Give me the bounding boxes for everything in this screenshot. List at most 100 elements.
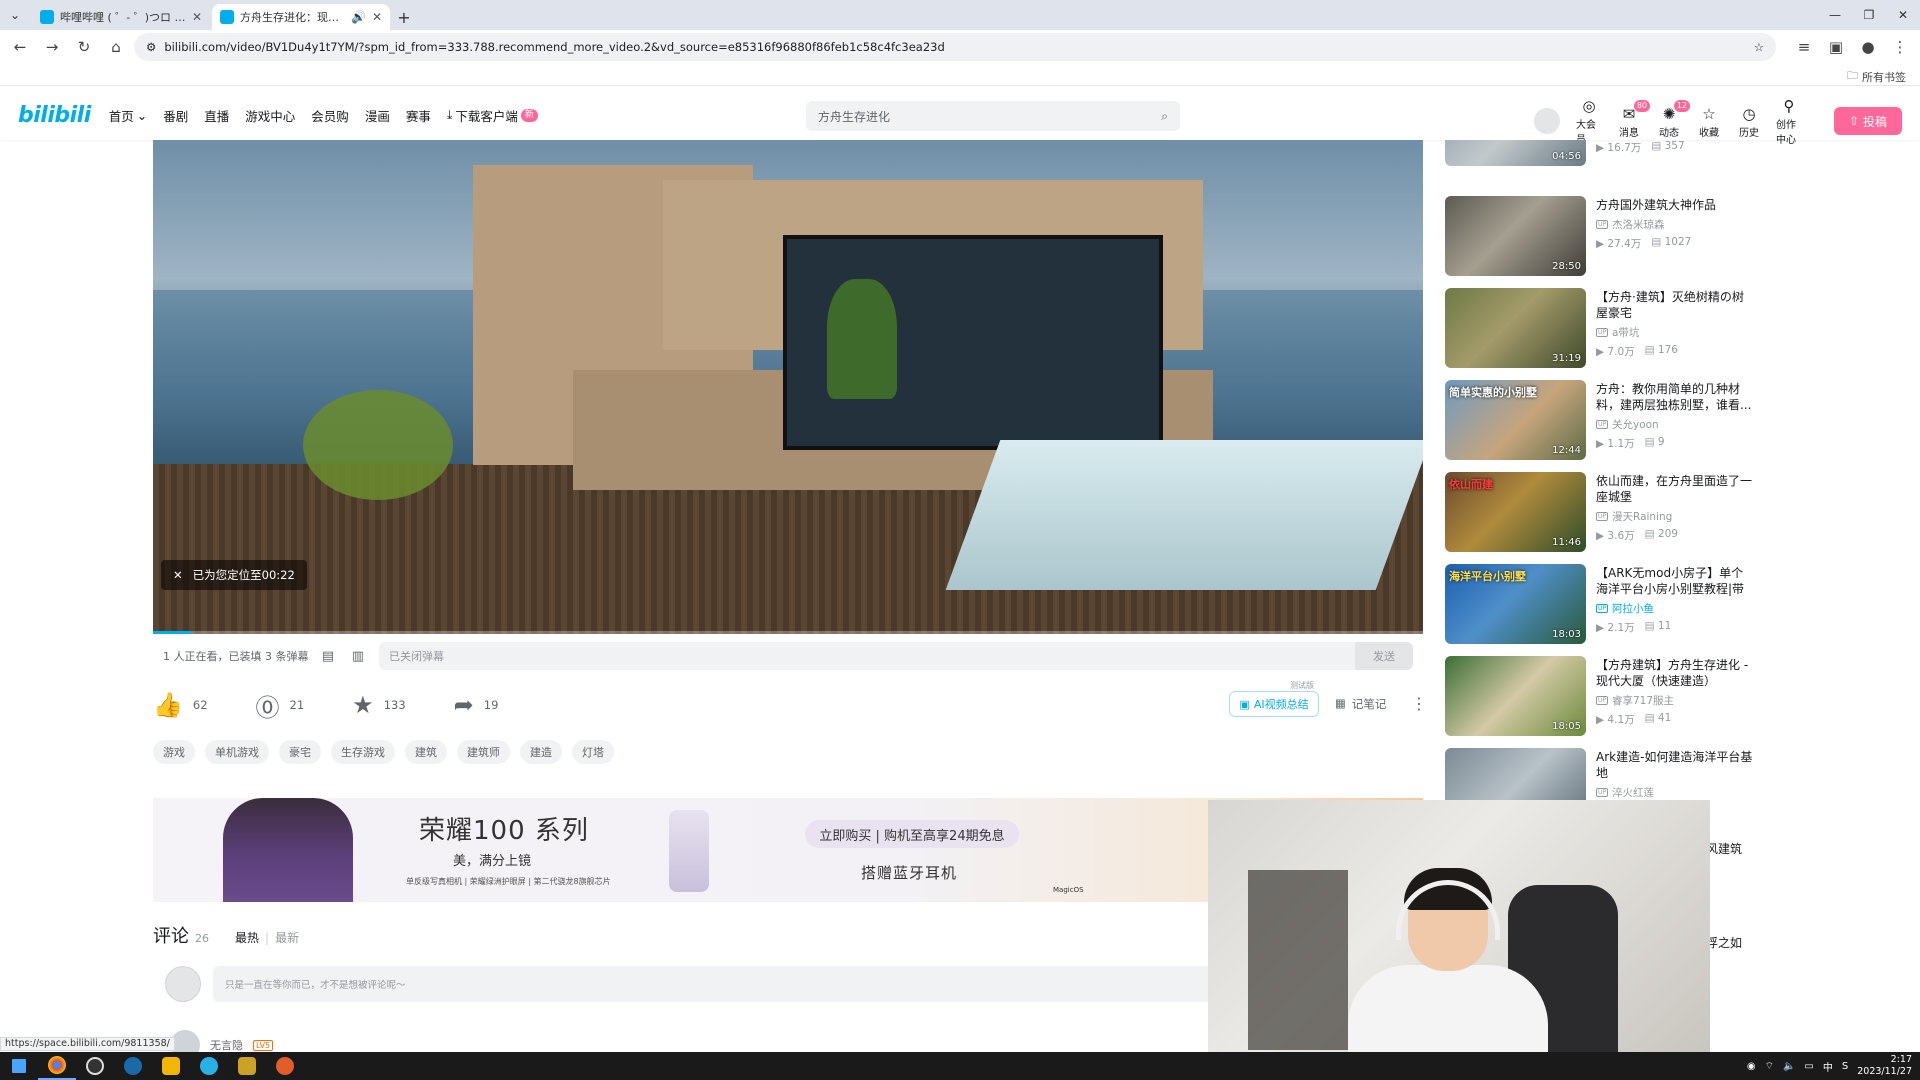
list-item[interactable]: Ark建造-如何建造海洋平台基地 UP 淬火红莲 xyxy=(1445,748,1755,800)
profile-icon[interactable]: ● xyxy=(1854,33,1882,61)
back-icon[interactable]: ← xyxy=(6,33,34,61)
sort-hot-tab[interactable]: 最热 xyxy=(235,929,259,946)
close-window-icon[interactable]: ✕ xyxy=(1886,0,1920,30)
taskbar-app-icon[interactable] xyxy=(228,1052,266,1080)
coin-button[interactable]: ⓪ 21 xyxy=(256,688,305,723)
rec-title[interactable]: 方舟：教你用简单的几种材料，建两层独栋别墅，谁看... xyxy=(1596,381,1755,413)
url-text[interactable]: bilibili.com/video/BV1Du4y1t7YM/?spm_id_… xyxy=(164,40,1745,54)
like-button[interactable]: 👍 62 xyxy=(153,691,208,719)
rec-uploader[interactable]: UP 杰洛米琼森 xyxy=(1596,217,1755,232)
danmaku-toggle-icon[interactable]: ▤ xyxy=(313,649,343,664)
video-thumbnail[interactable]: 28:50 xyxy=(1445,196,1586,276)
reload-icon[interactable]: ↻ xyxy=(70,33,98,61)
all-bookmarks[interactable]: 🗀 所有书签 xyxy=(1847,67,1906,86)
rec-uploader[interactable]: UP 关允yoon xyxy=(1596,417,1755,432)
bilibili-logo[interactable]: bilibili xyxy=(18,103,91,128)
search-icon[interactable]: ⌕ xyxy=(1161,109,1168,124)
close-tab-icon[interactable]: ✕ xyxy=(192,10,202,24)
side-panel-icon[interactable]: ▣ xyxy=(1822,33,1850,61)
rec-uploader[interactable]: UP 漫天Raining xyxy=(1596,509,1755,524)
rec-uploader[interactable]: UP 阿拉小鱼 xyxy=(1596,601,1755,616)
close-toast-icon[interactable]: ✕ xyxy=(173,568,183,582)
rec-title-partial[interactable]: 风建筑 xyxy=(1706,840,1742,857)
user-avatar[interactable] xyxy=(1532,106,1562,136)
danmaku-send-button[interactable]: 发送 xyxy=(1355,642,1413,670)
video-progress-bar[interactable] xyxy=(153,631,1423,634)
nav-item-live[interactable]: 直播 xyxy=(204,106,229,125)
share-button[interactable]: ➦ 19 xyxy=(454,691,499,719)
bookmark-star-icon[interactable]: ☆ xyxy=(1754,40,1764,54)
tag[interactable]: 单机游戏 xyxy=(205,740,269,764)
home-icon[interactable]: ⌂ xyxy=(102,33,130,61)
start-windows-icon[interactable] xyxy=(0,1052,38,1080)
nav-item-download[interactable]: ⤓ 下载客户端新 xyxy=(447,106,538,125)
list-item[interactable]: 18:05 【方舟建筑】方舟生存进化 - 现代大厦（快速建造） UP 睿享717服… xyxy=(1445,656,1755,740)
video-thumbnail[interactable]: 依山而建 11:46 xyxy=(1445,472,1586,552)
speaker-icon[interactable]: 🔊 xyxy=(351,10,366,24)
rec-title-partial[interactable]: 浮之如 xyxy=(1706,934,1742,951)
rec-title[interactable]: 【ARK无mod小房子】单个海洋平台小房小别墅教程|带水... xyxy=(1596,565,1755,597)
rec-title[interactable]: Ark建造-如何建造海洋平台基地 xyxy=(1596,749,1755,781)
header-item-dynamic[interactable]: ✺ 12 动态 xyxy=(1656,99,1690,139)
rec-title[interactable]: 【方舟·建筑】灭绝树精の树屋豪宅 xyxy=(1596,289,1755,321)
tag[interactable]: 建筑师 xyxy=(457,740,510,764)
antivirus-icon[interactable]: S xyxy=(1842,1061,1848,1072)
header-item-creator[interactable]: ⚲ 创作中心 xyxy=(1776,96,1802,146)
close-tab-icon[interactable]: ✕ xyxy=(372,10,382,24)
menu-kebab-icon[interactable]: ⋮ xyxy=(1886,33,1914,61)
sort-new-tab[interactable]: 最新 xyxy=(275,929,299,946)
battery-icon[interactable]: ▭ xyxy=(1804,1061,1813,1072)
taskbar-app-icon[interactable] xyxy=(190,1052,228,1080)
tag[interactable]: 豪宅 xyxy=(279,740,321,764)
video-player[interactable]: ✕ 已为您定位至00:22 xyxy=(153,140,1423,634)
media-control-icon[interactable]: ≡ xyxy=(1790,33,1818,61)
rec-title[interactable]: 【方舟建筑】方舟生存进化 - 现代大厦（快速建造） xyxy=(1596,657,1755,689)
nav-item-home[interactable]: 首页 ⌄ xyxy=(109,106,148,125)
search-box[interactable]: 方舟生存进化 ⌕ xyxy=(806,101,1180,131)
favorite-button[interactable]: ★ 133 xyxy=(352,691,405,719)
video-thumbnail[interactable]: 04:56 xyxy=(1445,140,1586,166)
comment-input[interactable]: 只是一直在等你而已，才不是想被评论呢～ xyxy=(213,966,1225,1002)
video-thumbnail[interactable]: 18:05 xyxy=(1445,656,1586,736)
header-item-vip[interactable]: ◎大会员 xyxy=(1576,96,1602,146)
volume-icon[interactable]: 🔈 xyxy=(1783,1061,1795,1072)
header-item-message[interactable]: ✉ 80 消息 xyxy=(1616,99,1650,139)
video-thumbnail[interactable]: 简单实惠的小别墅 12:44 xyxy=(1445,380,1586,460)
video-thumbnail[interactable]: 海洋平台小别墅 18:03 xyxy=(1445,564,1586,644)
tag[interactable]: 生存游戏 xyxy=(331,740,395,764)
tag[interactable]: 灯塔 xyxy=(572,740,614,764)
site-info-icon[interactable]: ⚙ xyxy=(146,40,156,54)
video-thumbnail[interactable]: 31:19 xyxy=(1445,288,1586,368)
network-icon[interactable]: ⌔ xyxy=(1765,1060,1774,1073)
rec-title[interactable]: 依山而建，在方舟里面造了一座城堡 xyxy=(1596,473,1755,505)
restore-icon[interactable]: ❐ xyxy=(1852,0,1886,30)
more-options-icon[interactable]: ⋮ xyxy=(1411,694,1427,713)
header-item-history[interactable]: ◷ 历史 xyxy=(1736,104,1762,139)
new-tab-button[interactable]: + xyxy=(390,4,418,30)
notes-button[interactable]: ▦ 记笔记 xyxy=(1335,696,1386,712)
omnibox[interactable]: ⚙ bilibili.com/video/BV1Du4y1t7YM/?spm_i… xyxy=(134,33,1776,61)
tag[interactable]: 建筑 xyxy=(405,740,447,764)
list-item[interactable]: 31:19 【方舟·建筑】灭绝树精の树屋豪宅 UP a带坑 ▶ 7.0万 ▤ 176 xyxy=(1445,288,1755,372)
list-item[interactable]: 简单实惠的小别墅 12:44 方舟：教你用简单的几种材料，建两层独栋别墅，谁看..… xyxy=(1445,380,1755,464)
forward-icon[interactable]: → xyxy=(38,33,66,61)
ime-indicator[interactable]: 中 xyxy=(1823,1059,1833,1074)
header-item-favorite[interactable]: ☆ 收藏 xyxy=(1696,104,1722,139)
list-item[interactable]: 依山而建 11:46 依山而建，在方舟里面造了一座城堡 UP 漫天Raining ▶… xyxy=(1445,472,1755,556)
nav-item-game-center[interactable]: 游戏中心 xyxy=(245,106,295,125)
rec-uploader[interactable]: UP 睿享717服主 xyxy=(1596,693,1755,708)
comment-username[interactable]: 无言隐 xyxy=(210,1037,243,1053)
nav-item-bangumi[interactable]: 番剧 xyxy=(163,106,188,125)
tab-search-chevron-icon[interactable]: ⌄ xyxy=(0,0,30,30)
taskbar-steam-icon[interactable] xyxy=(114,1052,152,1080)
nav-item-mall[interactable]: 会员购 xyxy=(311,106,349,125)
tab-bilibili-home[interactable]: 哔哩哔哩 ( ゜- ゜)つロ 干杯~-bilibili ✕ xyxy=(32,4,210,30)
ad-buy-pill[interactable]: 立即购买 | 购机至高享24期免息 xyxy=(805,820,1019,848)
tray-app-icon[interactable]: ◉ xyxy=(1747,1061,1756,1072)
tag[interactable]: 建造 xyxy=(520,740,562,764)
nav-item-match[interactable]: 赛事 xyxy=(406,106,431,125)
nav-item-manga[interactable]: 漫画 xyxy=(365,106,390,125)
ai-summary-button[interactable]: 测试版 ▣ AI视频总结 xyxy=(1229,681,1319,717)
danmaku-input[interactable]: 已关闭弹幕 xyxy=(379,642,1355,670)
danmaku-settings-icon[interactable]: ▥ xyxy=(343,649,373,664)
